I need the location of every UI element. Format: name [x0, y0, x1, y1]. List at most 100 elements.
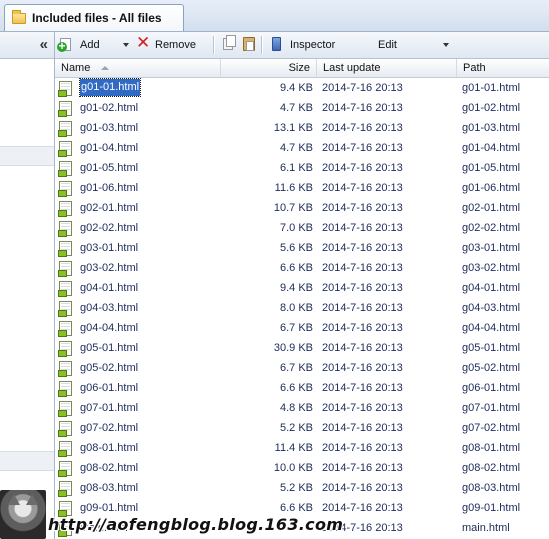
- file-row[interactable]: g01-03.html 13.1 KB 2014-7-16 20:13 g01-03.…: [55, 118, 549, 138]
- file-path: g07-02.html: [462, 422, 521, 434]
- copy-icon[interactable]: [223, 35, 236, 50]
- html-file-icon: [58, 301, 72, 317]
- file-path: g04-03.html: [462, 302, 521, 314]
- file-path: g05-02.html: [462, 362, 521, 374]
- tab-title: Included files - All files: [32, 11, 162, 25]
- html-file-icon: [58, 261, 72, 277]
- column-header-last-update[interactable]: Last update: [317, 59, 457, 77]
- file-size: 6.6 KB: [279, 262, 313, 274]
- file-size: 5.2 KB: [279, 482, 313, 494]
- file-row[interactable]: g05-01.html 30.9 KB 2014-7-16 20:13 g05-01.…: [55, 338, 549, 358]
- html-file-icon: [58, 421, 72, 437]
- file-name: g06-01.html: [80, 382, 139, 394]
- file-row[interactable]: g01-05.html 6.1 KB 2014-7-16 20:13 g01-05.h…: [55, 158, 549, 178]
- file-size: 6.1 KB: [279, 162, 313, 174]
- file-name: g02-02.html: [80, 222, 139, 234]
- column-name-label: Name: [61, 62, 91, 74]
- tab-included-files[interactable]: Included files - All files: [4, 4, 184, 31]
- add-button[interactable]: Add: [57, 37, 122, 53]
- grid-header: Name Size Last update Path: [55, 59, 549, 78]
- file-name: g07-02.html: [80, 422, 139, 434]
- add-dropdown-icon[interactable]: [123, 43, 129, 47]
- file-size: 9.4 KB: [279, 82, 313, 94]
- inspector-button[interactable]: Inspector: [272, 37, 342, 53]
- file-last-update: 2014-7-16 20:13: [322, 422, 403, 434]
- file-last-update: 2014-7-16 20:13: [322, 442, 403, 454]
- html-file-icon: [58, 381, 72, 397]
- file-last-update: 2014-7-16 20:13: [322, 162, 403, 174]
- file-name: g01-02.html: [80, 102, 139, 114]
- html-file-icon: [58, 241, 72, 257]
- html-file-icon: [58, 201, 72, 217]
- file-path: g05-01.html: [462, 342, 521, 354]
- edit-dropdown[interactable]: Edit: [377, 37, 449, 53]
- file-size: 13.1 KB: [273, 122, 313, 134]
- file-path: g03-01.html: [462, 242, 521, 254]
- file-row[interactable]: g04-03.html 8.0 KB 2014-7-16 20:13 g04-03.h…: [55, 298, 549, 318]
- left-pane: «: [0, 32, 55, 539]
- edit-dropdown-icon: [443, 43, 449, 47]
- file-row[interactable]: g03-01.html 5.6 KB 2014-7-16 20:13 g03-01.h…: [55, 238, 549, 258]
- add-file-icon: [57, 38, 71, 52]
- file-row[interactable]: g08-03.html 5.2 KB 2014-7-16 20:13 g08-03.h…: [55, 478, 549, 498]
- file-row[interactable]: g06-01.html 6.6 KB 2014-7-16 20:13 g06-01.h…: [55, 378, 549, 398]
- column-path-label: Path: [463, 62, 486, 74]
- file-name: g04-04.html: [80, 322, 139, 334]
- collapse-pane-button[interactable]: «: [40, 36, 48, 53]
- file-path: g01-02.html: [462, 102, 521, 114]
- file-name: g04-03.html: [80, 302, 139, 314]
- file-row[interactable]: g07-02.html 5.2 KB 2014-7-16 20:13 g07-02.h…: [55, 418, 549, 438]
- column-header-size[interactable]: Size: [221, 59, 317, 77]
- file-row[interactable]: g08-02.html 10.0 KB 2014-7-16 20:13 g08-02.…: [55, 458, 549, 478]
- file-row[interactable]: g01-01.html 9.4 KB 2014-7-16 20:13 g01-01.h…: [55, 78, 549, 98]
- file-name: g01-04.html: [80, 142, 139, 154]
- add-label: Add: [80, 39, 100, 51]
- file-row[interactable]: g02-01.html 10.7 KB 2014-7-16 20:13 g02-01.…: [55, 198, 549, 218]
- file-row[interactable]: g01-02.html 4.7 KB 2014-7-16 20:13 g01-02.h…: [55, 98, 549, 118]
- file-name: g03-02.html: [80, 262, 139, 274]
- file-row[interactable]: g07-01.html 4.8 KB 2014-7-16 20:13 g07-01.h…: [55, 398, 549, 418]
- file-size: 10.0 KB: [273, 462, 313, 474]
- file-row[interactable]: g04-04.html 6.7 KB 2014-7-16 20:13 g04-04.h…: [55, 318, 549, 338]
- file-size: 6.7 KB: [279, 362, 313, 374]
- file-row[interactable]: g08-01.html 11.4 KB 2014-7-16 20:13 g08-01.…: [55, 438, 549, 458]
- file-name: g08-02.html: [80, 462, 139, 474]
- column-header-path[interactable]: Path: [457, 59, 549, 77]
- left-pane-divider: [0, 146, 54, 166]
- file-row[interactable]: g05-02.html 6.7 KB 2014-7-16 20:13 g05-02.h…: [55, 358, 549, 378]
- html-file-icon: [58, 81, 72, 97]
- html-file-icon: [58, 501, 72, 517]
- file-name: g05-01.html: [80, 342, 139, 354]
- file-size: 5.6 KB: [279, 242, 313, 254]
- html-file-icon: [58, 401, 72, 417]
- file-size: 11.4 KB: [274, 442, 313, 454]
- column-header-name[interactable]: Name: [55, 59, 221, 77]
- file-name: g03-01.html: [80, 242, 139, 254]
- html-file-icon: [58, 101, 72, 117]
- file-name: g01-03.html: [80, 122, 139, 134]
- html-file-icon: [58, 281, 72, 297]
- file-row[interactable]: g02-02.html 7.0 KB 2014-7-16 20:13 g02-02.h…: [55, 218, 549, 238]
- file-last-update: 2014-7-16 20:13: [322, 302, 403, 314]
- file-row[interactable]: g01-06.html 11.6 KB 2014-7-16 20:13 g01-06.…: [55, 178, 549, 198]
- file-last-update: 2014-7-16 20:13: [322, 242, 403, 254]
- file-name: g01-05.html: [80, 162, 139, 174]
- file-row[interactable]: g01-04.html 4.7 KB 2014-7-16 20:13 g01-04.h…: [55, 138, 549, 158]
- folder-icon: [12, 10, 26, 24]
- file-size: 4.7 KB: [279, 142, 313, 154]
- paste-icon[interactable]: [243, 37, 255, 51]
- column-size-label: Size: [288, 62, 310, 74]
- file-path: g06-01.html: [462, 382, 521, 394]
- file-row[interactable]: g03-02.html 6.6 KB 2014-7-16 20:13 g03-02.h…: [55, 258, 549, 278]
- remove-button[interactable]: ✕ Remove: [136, 34, 206, 53]
- left-pane-divider: [0, 451, 54, 471]
- html-file-icon: [58, 321, 72, 337]
- file-last-update: 2014-7-16 20:13: [322, 222, 403, 234]
- file-last-update: 2014-7-16 20:13: [322, 322, 403, 334]
- html-file-icon: [58, 221, 72, 237]
- html-file-icon: [58, 141, 72, 157]
- html-file-icon: [58, 441, 72, 457]
- file-last-update: 2014-7-16 20:13: [322, 382, 403, 394]
- file-row[interactable]: g04-01.html 9.4 KB 2014-7-16 20:13 g04-01.h…: [55, 278, 549, 298]
- edit-label: Edit: [378, 39, 397, 51]
